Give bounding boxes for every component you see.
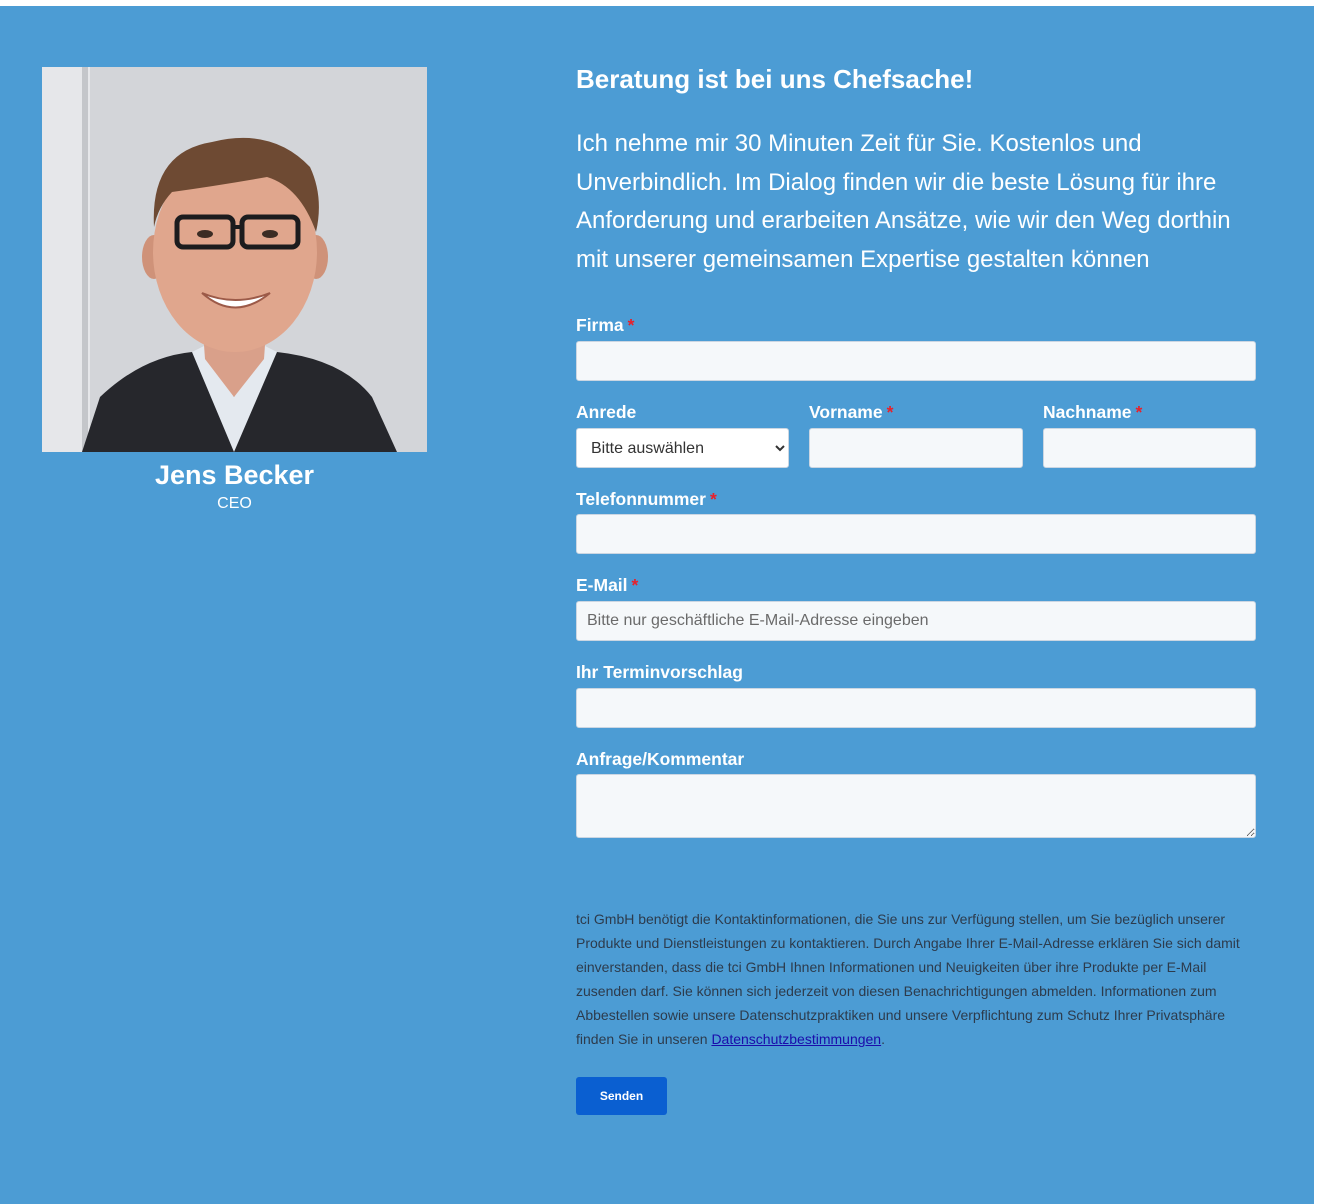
firma-label: Firma *: [576, 315, 634, 336]
nachname-input[interactable]: [1043, 428, 1256, 468]
vorname-label-text: Vorname: [809, 402, 883, 422]
portrait-photo: [42, 67, 427, 452]
email-label: E-Mail *: [576, 575, 638, 596]
nachname-label: Nachname *: [1043, 402, 1142, 423]
email-input[interactable]: [576, 601, 1256, 641]
kommentar-textarea[interactable]: [576, 774, 1256, 838]
kommentar-label: Anfrage/Kommentar: [576, 749, 745, 769]
person-name: Jens Becker: [154, 460, 315, 490]
section-heading: Beratung ist bei uns Chefsache!: [576, 64, 974, 94]
person-role: CEO: [217, 495, 252, 512]
vorname-input[interactable]: [809, 428, 1023, 468]
required-marker: *: [631, 575, 639, 595]
intro-text: Ich nehme mir 30 Minuten Zeit für Sie. K…: [576, 125, 1256, 279]
vorname-label: Vorname *: [809, 402, 893, 423]
submit-button[interactable]: Senden: [576, 1077, 667, 1115]
privacy-notice: tci GmbH benötigt die Kontaktinformation…: [576, 907, 1260, 1051]
telefon-input[interactable]: [576, 514, 1256, 554]
required-marker: *: [886, 402, 894, 422]
firma-input[interactable]: [576, 341, 1256, 381]
telefon-label: Telefonnummer *: [576, 489, 717, 510]
nachname-label-text: Nachname: [1043, 402, 1132, 422]
telefon-label-text: Telefonnummer: [576, 489, 706, 509]
required-marker: *: [1135, 402, 1143, 422]
termin-label: Ihr Terminvorschlag: [576, 662, 743, 682]
contact-section: Jens Becker CEO Beratung ist bei uns Che…: [0, 6, 1314, 1204]
required-marker: *: [709, 489, 717, 509]
privacy-notice-end: .: [881, 1031, 885, 1047]
firma-label-text: Firma: [576, 315, 624, 335]
anrede-label: Anrede: [576, 402, 637, 422]
required-marker: *: [627, 315, 635, 335]
privacy-policy-link[interactable]: Datenschutzbestimmungen: [711, 1031, 881, 1047]
anrede-select[interactable]: Bitte auswählen: [576, 428, 789, 468]
email-label-text: E-Mail: [576, 575, 628, 595]
termin-input[interactable]: [576, 688, 1256, 728]
privacy-notice-text: tci GmbH benötigt die Kontaktinformation…: [576, 911, 1240, 1047]
